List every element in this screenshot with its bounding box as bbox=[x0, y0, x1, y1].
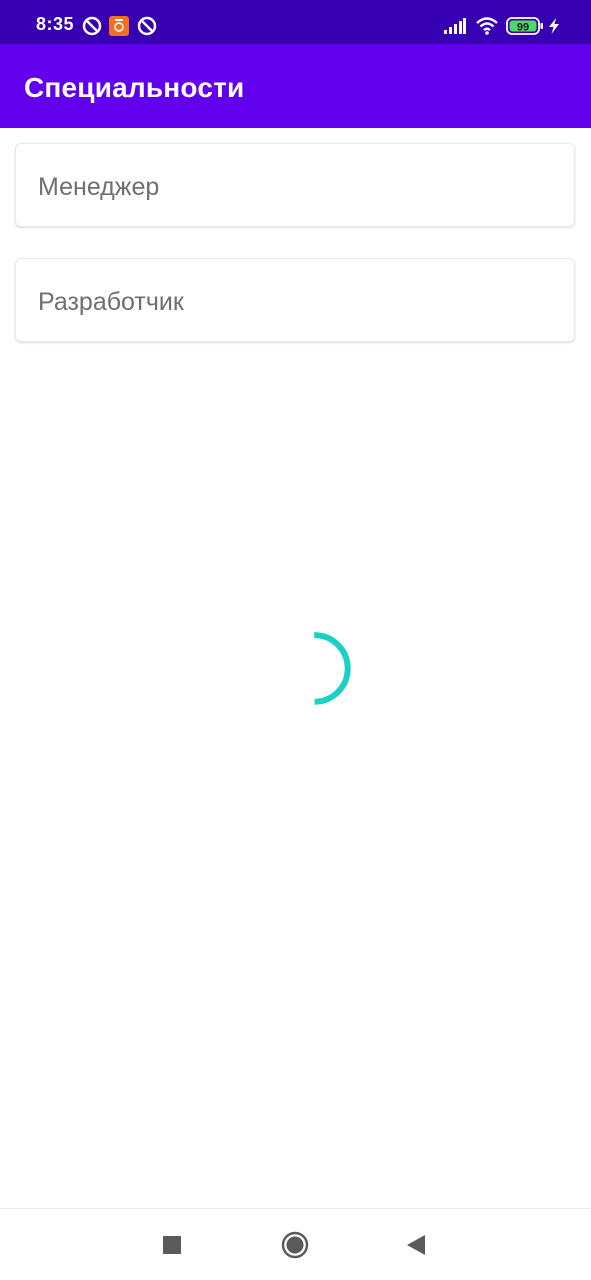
home-button[interactable] bbox=[275, 1225, 315, 1265]
specialty-label: Менеджер bbox=[38, 173, 160, 201]
app-notification-icon bbox=[82, 16, 102, 36]
back-icon bbox=[407, 1235, 425, 1255]
status-bar: 8:35 99 bbox=[0, 0, 591, 44]
wifi-icon bbox=[476, 17, 498, 35]
recents-button[interactable] bbox=[152, 1225, 192, 1265]
orange-app-icon bbox=[109, 16, 129, 36]
specialty-label: Разработчик bbox=[38, 288, 184, 316]
system-nav-bar bbox=[0, 1208, 591, 1280]
loading-spinner bbox=[314, 632, 351, 705]
specialty-card-manager[interactable]: Менеджер bbox=[15, 143, 575, 227]
page-title: Специальности bbox=[24, 72, 245, 103]
home-icon bbox=[281, 1231, 309, 1259]
back-button[interactable] bbox=[396, 1225, 436, 1265]
status-time: 8:35 bbox=[36, 14, 75, 34]
signal-icon bbox=[444, 18, 466, 34]
recents-icon bbox=[163, 1236, 181, 1254]
app-bar: Специальности bbox=[0, 44, 591, 128]
app-notification-icon bbox=[137, 16, 157, 36]
specialty-card-developer[interactable]: Разработчик bbox=[15, 258, 575, 342]
battery-level: 99 bbox=[517, 22, 529, 34]
battery-icon: 99 bbox=[506, 17, 543, 35]
charging-icon bbox=[549, 18, 559, 34]
